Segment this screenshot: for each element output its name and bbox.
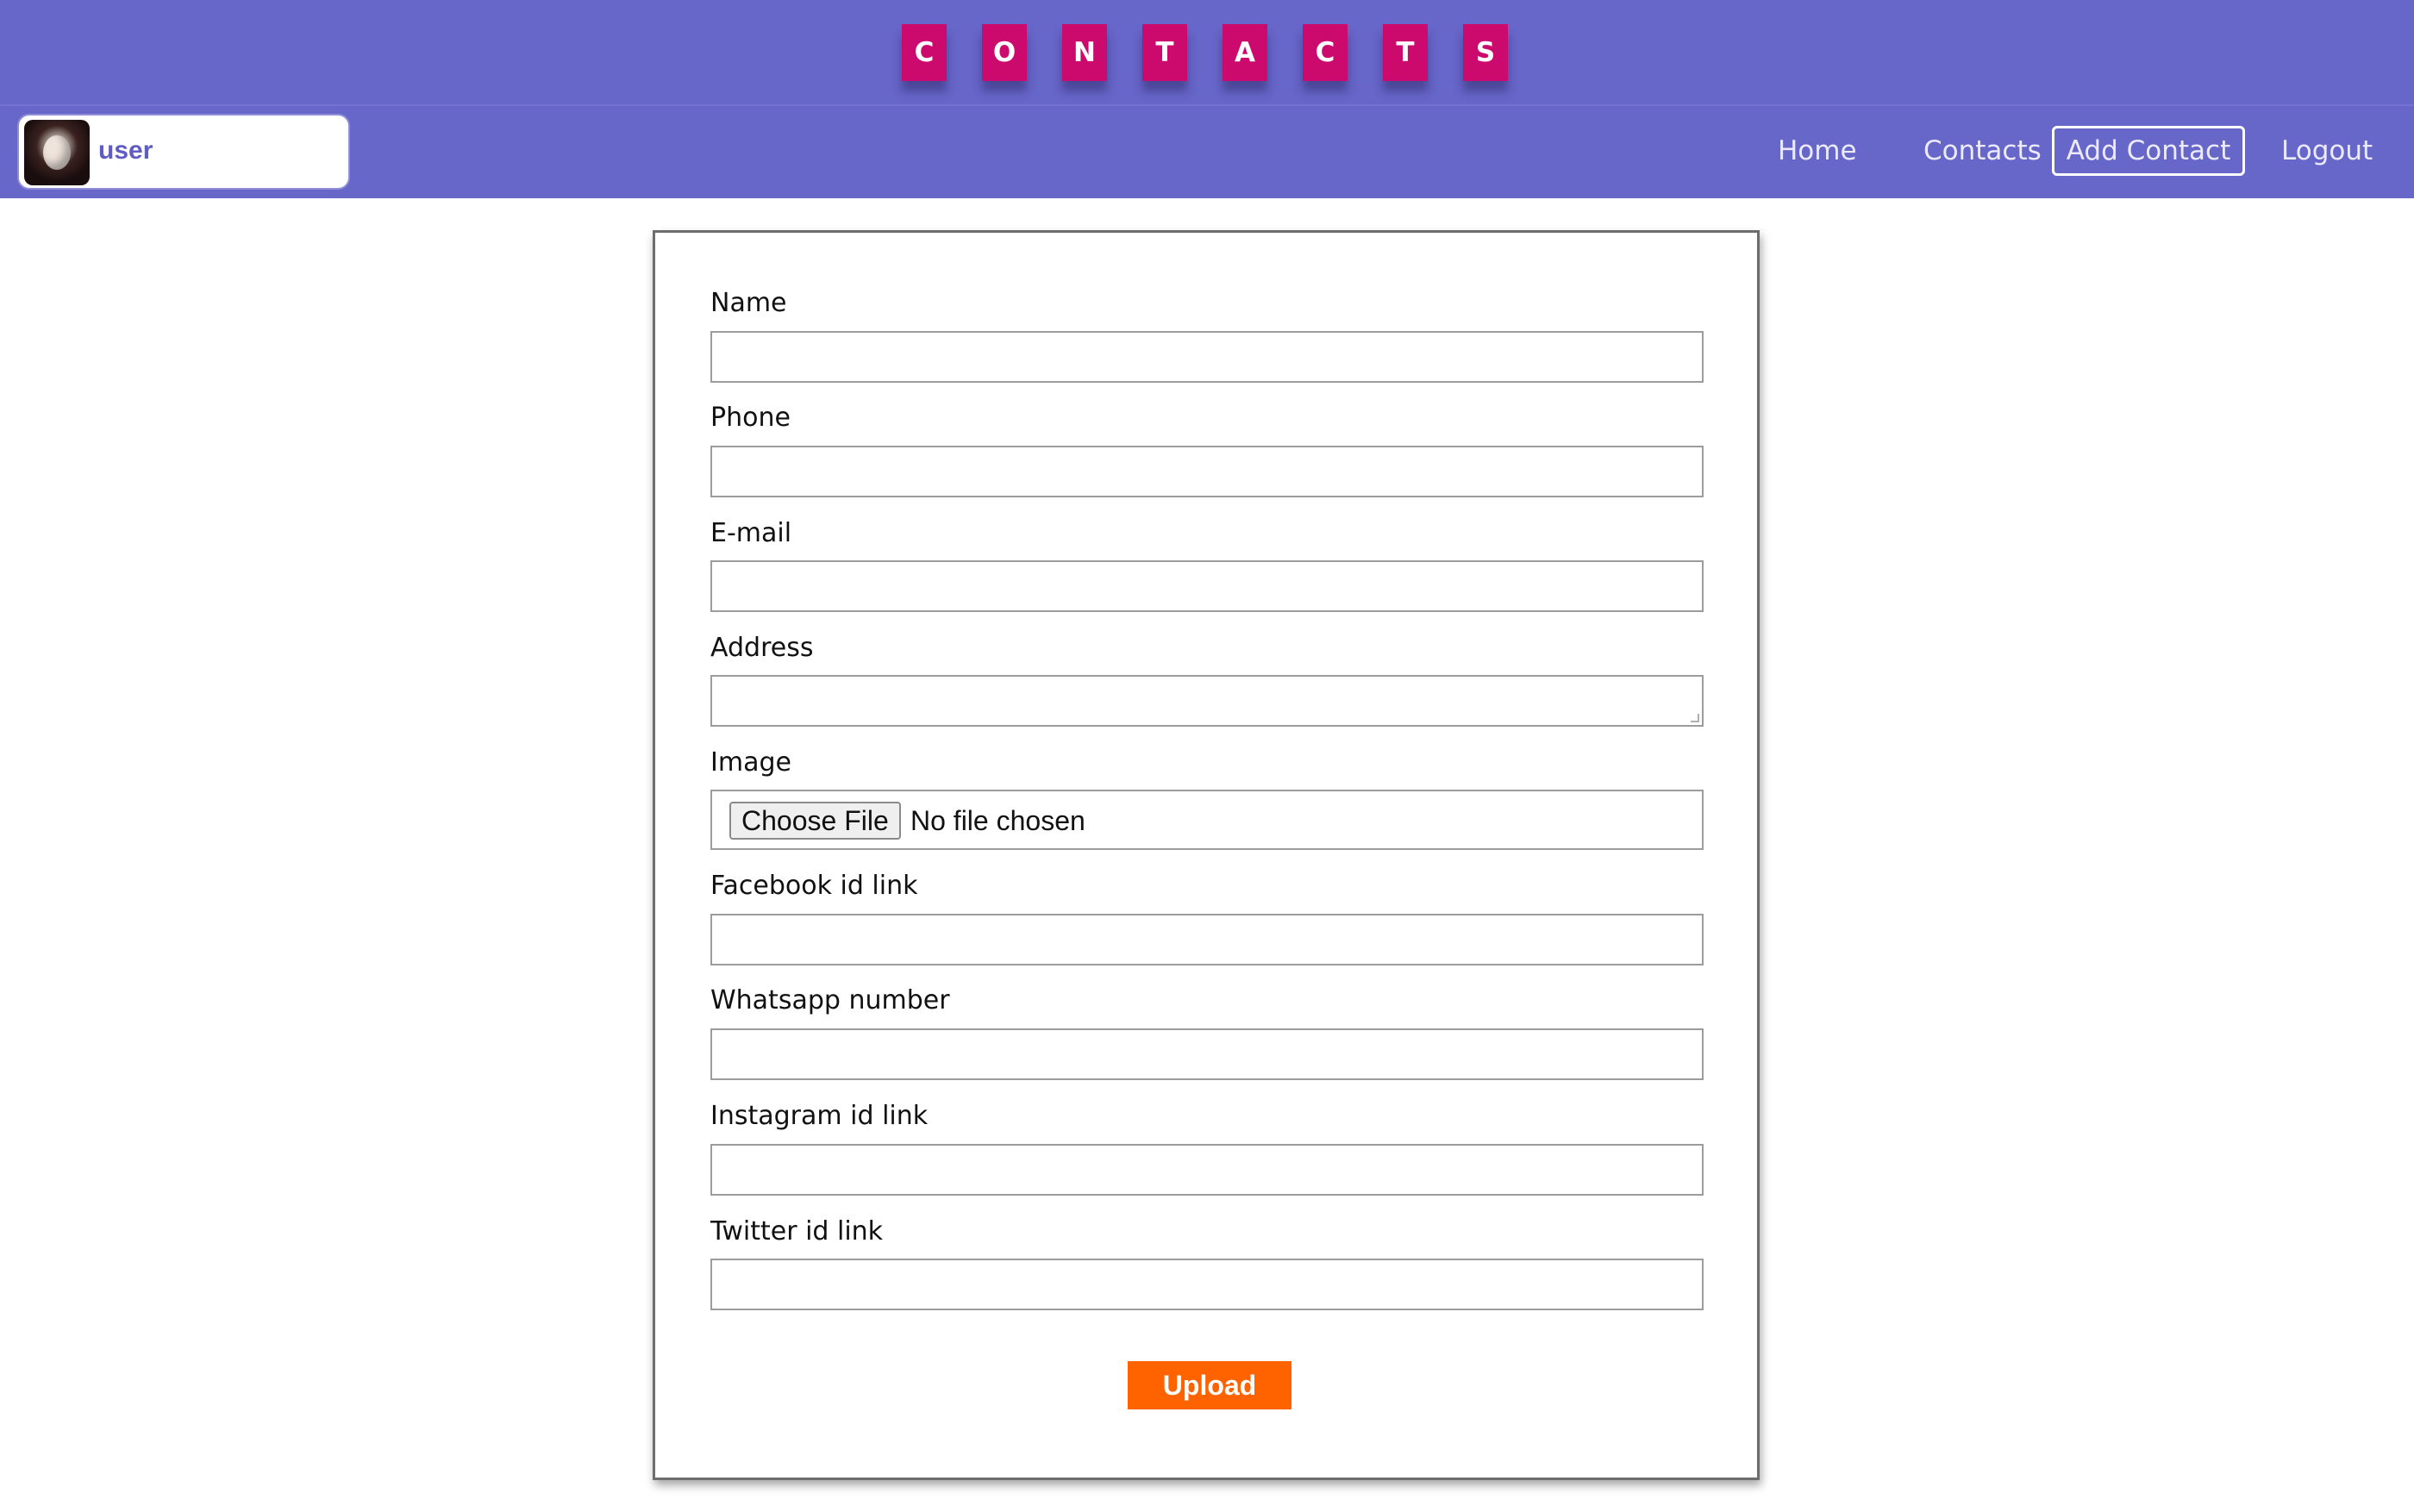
resize-grip-icon[interactable]: [1691, 714, 1699, 722]
user-profile-card[interactable]: user: [17, 114, 350, 190]
title-letter: T: [1142, 24, 1187, 81]
avatar-face: [43, 135, 71, 170]
name-input[interactable]: [710, 331, 1704, 383]
facebook-input[interactable]: [710, 914, 1704, 965]
name-label: Name: [710, 288, 787, 318]
file-status-text: No file chosen: [910, 805, 1085, 836]
nav-home-link[interactable]: Home: [1778, 126, 1857, 176]
avatar: [24, 120, 90, 185]
email-input[interactable]: [710, 560, 1704, 612]
title-letter: O: [982, 24, 1027, 81]
whatsapp-input[interactable]: [710, 1028, 1704, 1080]
title-letter: S: [1463, 24, 1508, 81]
twitter-label: Twitter id link: [710, 1216, 884, 1246]
title-letter: A: [1223, 24, 1267, 81]
email-label: E-mail: [710, 518, 792, 548]
header-divider: [0, 104, 2414, 106]
whatsapp-label: Whatsapp number: [710, 985, 950, 1015]
phone-label: Phone: [710, 403, 791, 433]
add-contact-form: Name Phone E-mail Address Image Choose F…: [653, 230, 1760, 1480]
address-textarea[interactable]: [710, 675, 1704, 727]
twitter-input[interactable]: [710, 1259, 1704, 1310]
title-letter: N: [1062, 24, 1107, 81]
nav-contacts-link[interactable]: Contacts: [1923, 126, 2042, 176]
upload-button[interactable]: Upload: [1128, 1361, 1291, 1409]
image-label: Image: [710, 747, 791, 778]
title-letter: C: [902, 24, 947, 81]
top-navbar: C O N T A C T S user Home Contacts Add C…: [0, 0, 2414, 198]
title-letter: T: [1383, 24, 1428, 81]
address-label: Address: [710, 633, 814, 663]
facebook-label: Facebook id link: [710, 871, 918, 901]
site-title: C O N T A C T S: [902, 24, 1508, 81]
title-letter: C: [1303, 24, 1348, 81]
choose-file-button[interactable]: Choose File: [729, 802, 901, 840]
instagram-label: Instagram id link: [710, 1101, 929, 1131]
image-file-input[interactable]: Choose File No file chosen: [710, 790, 1704, 850]
nav-add-contact-link[interactable]: Add Contact: [2052, 126, 2245, 176]
instagram-input[interactable]: [710, 1144, 1704, 1196]
user-name: user: [98, 136, 153, 165]
phone-input[interactable]: [710, 446, 1704, 497]
nav-logout-link[interactable]: Logout: [2281, 126, 2373, 176]
